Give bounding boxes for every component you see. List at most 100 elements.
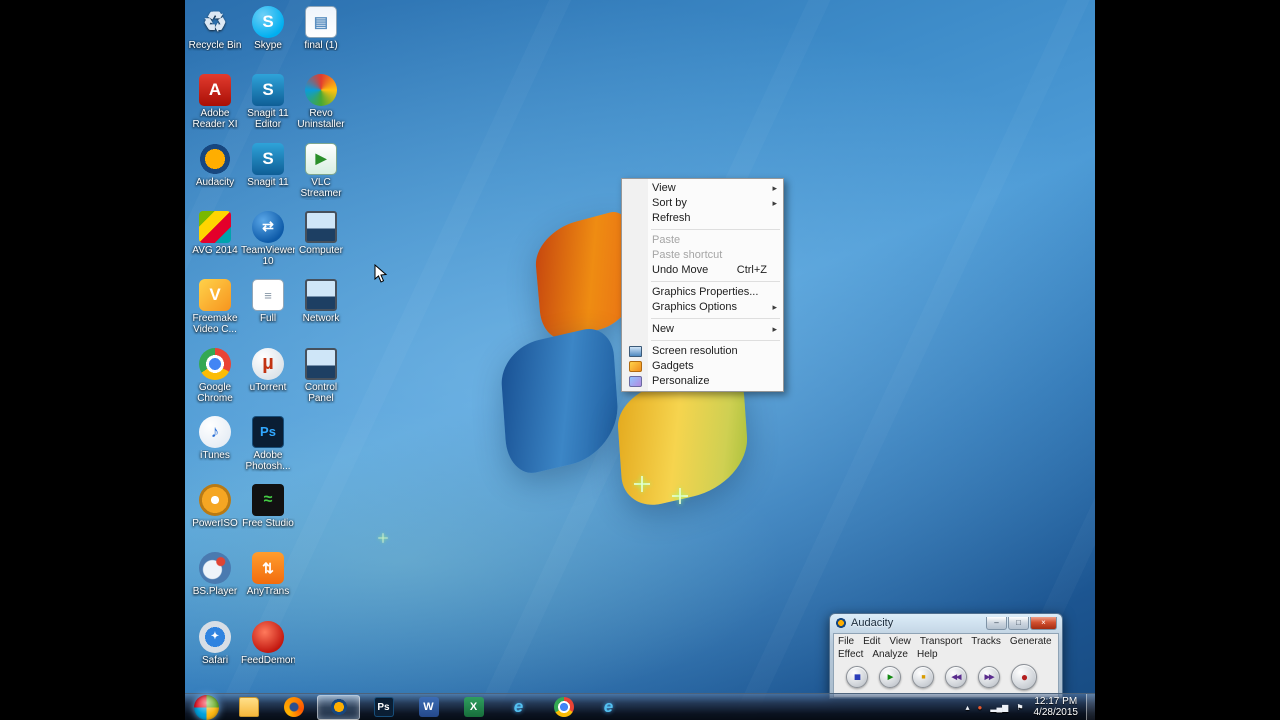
desktop-icon-label: Snagit 11 Editor: [241, 108, 295, 130]
itunes-icon: ♪: [199, 416, 231, 448]
desktop-icon-label: iTunes: [188, 450, 242, 461]
audacity-menu-effect[interactable]: Effect: [838, 648, 863, 661]
desktop-icon-freemake-video-c[interactable]: VFreemake Video C...: [188, 279, 242, 335]
desktop-icon-utorrent[interactable]: µ uTorrent: [241, 348, 295, 393]
audacity-menu-edit[interactable]: Edit: [863, 635, 880, 648]
taskbar-windows-explorer[interactable]: [227, 695, 270, 720]
control-panel-icon: [305, 348, 337, 380]
installer-file-icon: ▤: [305, 6, 337, 38]
tray-hidden-icons-icon[interactable]: ▴: [965, 703, 969, 712]
desktop-icon-computer[interactable]: Computer: [294, 211, 348, 256]
snagit-editor-icon: S: [252, 74, 284, 106]
desktop-icon-itunes[interactable]: ♪ iTunes: [188, 416, 242, 461]
audacity-window[interactable]: Audacity –□× File Edit View Transport Tracks…: [829, 613, 1063, 699]
menu-item-undo-move[interactable]: Undo MoveCtrl+Z: [622, 263, 783, 278]
menu-item-view[interactable]: View▸: [622, 181, 783, 196]
record-button[interactable]: ●: [1011, 664, 1037, 690]
skip-start-button[interactable]: ◀◀: [945, 666, 967, 688]
desktop-icon-label: Snagit 11: [241, 177, 295, 188]
menu-item-new[interactable]: New▸: [622, 322, 783, 337]
audacity-menu-analyze[interactable]: Analyze: [872, 648, 908, 661]
utorrent-icon: µ: [252, 348, 284, 380]
desktop-icon-full[interactable]: ≡Full: [241, 279, 295, 324]
taskbar-excel[interactable]: X: [452, 695, 495, 720]
desktop-icon-final-1[interactable]: ▤ final (1): [294, 6, 348, 51]
maximize-button[interactable]: □: [1008, 617, 1029, 630]
taskbar: PsWXe e ▴ ● ▂▄▆ ⚑ 12:17 PM 4/28/2015: [185, 693, 1095, 720]
desktop-icon-label: AnyTrans: [241, 586, 295, 597]
menu-item-graphics-options[interactable]: Graphics Options▸: [622, 300, 783, 315]
desktop-icon-audacity[interactable]: Audacity: [188, 143, 242, 188]
start-button[interactable]: [194, 695, 219, 720]
desktop-icon-bs-player[interactable]: BS.Player: [188, 552, 242, 597]
audacity-menu-view[interactable]: View: [889, 635, 911, 648]
desktop-icon-avg-2014[interactable]: AVG 2014: [188, 211, 242, 256]
desktop-icon-skype[interactable]: SSkype: [241, 6, 295, 51]
desktop-icon-adobe-photosh[interactable]: PsAdobe Photosh...: [241, 416, 295, 472]
pause-button[interactable]: ▮▮: [846, 666, 868, 688]
desktop-icon-teamviewer-10[interactable]: ⇄TeamViewer 10: [241, 211, 295, 267]
desktop-icon-label: final (1): [294, 40, 348, 51]
free-studio-icon: ≈: [252, 484, 284, 516]
windows-explorer-icon: [239, 697, 259, 717]
menu-item-personalize[interactable]: Personalize: [622, 374, 783, 389]
menu-item-label: New: [652, 322, 783, 337]
taskbar-clock[interactable]: 12:17 PM 4/28/2015: [1034, 696, 1079, 718]
desktop-icon-snagit-11-editor[interactable]: SSnagit 11 Editor: [241, 74, 295, 130]
desktop-icon-label: Free Studio: [241, 518, 295, 529]
menu-item-screen-resolution[interactable]: Screen resolution: [622, 344, 783, 359]
taskbar-internet-explorer[interactable]: e: [497, 695, 540, 720]
skip-end-button[interactable]: ▶▶: [978, 666, 1000, 688]
desktop-icon-anytrans[interactable]: ⇅ AnyTrans: [241, 552, 295, 597]
desktop-icon-poweriso[interactable]: PowerISO: [188, 484, 242, 529]
desktop-icon-safari[interactable]: ✦Safari: [188, 621, 242, 666]
desktop-icon-revo-uninstaller[interactable]: Revo Uninstaller: [294, 74, 348, 130]
system-tray: ▴ ● ▂▄▆ ⚑ 12:17 PM 4/28/2015: [961, 694, 1095, 720]
taskbar-photoshop[interactable]: Ps: [362, 695, 405, 720]
tray-network-icon[interactable]: ▂▄▆: [990, 703, 1008, 712]
menu-item-graphics-properties[interactable]: Graphics Properties...: [622, 285, 783, 300]
desktop-icon-label: AVG 2014: [188, 245, 242, 256]
minimize-button[interactable]: –: [986, 617, 1007, 630]
menu-item-paste-shortcut: Paste shortcut: [622, 248, 783, 263]
audacity-menu-tracks[interactable]: Tracks: [971, 635, 1001, 648]
desktop-icon-google-chrome[interactable]: Google Chrome: [188, 348, 242, 404]
desktop-icon-free-studio[interactable]: ≈ Free Studio: [241, 484, 295, 529]
audacity-menu-help[interactable]: Help: [917, 648, 938, 661]
desktop-icon-vlc-streamer-helper[interactable]: ▶VLC Streamer Helper: [294, 143, 348, 200]
menu-item-sort-by[interactable]: Sort by▸: [622, 196, 783, 211]
taskbar-chrome[interactable]: [542, 695, 585, 720]
audacity-titlebar[interactable]: Audacity –□×: [830, 614, 1062, 632]
taskbar-firefox[interactable]: [272, 695, 315, 720]
audacity-menu-generate[interactable]: Generate: [1010, 635, 1052, 648]
desktop-icon-network[interactable]: Network: [294, 279, 348, 324]
taskbar-internet-explorer-2[interactable]: e: [587, 695, 630, 720]
desktop-icon-control-panel[interactable]: Control Panel: [294, 348, 348, 404]
desktop-icon-label: uTorrent: [241, 382, 295, 393]
desktop-icon-recycle-bin[interactable]: ♻Recycle Bin: [188, 6, 242, 51]
desktop-icon-adobe-reader-xi[interactable]: AAdobe Reader XI: [188, 74, 242, 130]
clock-time: 12:17 PM: [1034, 696, 1079, 707]
close-button[interactable]: ×: [1030, 617, 1057, 630]
menu-item-refresh[interactable]: Refresh: [622, 211, 783, 226]
desktop-icon-snagit-11[interactable]: SSnagit 11: [241, 143, 295, 188]
audacity-transport-toolbar: ▮▮ ▶ ■ ◀◀ ▶▶ ●: [834, 661, 1058, 690]
tray-antivirus-status-icon[interactable]: ●: [978, 703, 983, 712]
audacity-menu-transport[interactable]: Transport: [920, 635, 962, 648]
show-desktop-button[interactable]: [1086, 694, 1095, 720]
menu-separator: [651, 281, 780, 282]
menu-item-paste: Paste: [622, 233, 783, 248]
tray-action-center-icon[interactable]: ⚑: [1016, 703, 1023, 712]
desktop-icon-feeddemon[interactable]: FeedDemon: [241, 621, 295, 666]
stop-button[interactable]: ■: [912, 666, 934, 688]
taskbar-word[interactable]: W: [407, 695, 450, 720]
desktop-icon-label: Computer: [294, 245, 348, 256]
submenu-arrow-icon: ▸: [772, 300, 777, 315]
play-button[interactable]: ▶: [879, 666, 901, 688]
revo-uninstaller-icon: [305, 74, 337, 106]
menu-item-gadgets[interactable]: Gadgets: [622, 359, 783, 374]
desktop-context-menu: View▸Sort by▸Refresh PastePaste shortcutU…: [621, 178, 784, 392]
anytrans-icon: ⇅: [252, 552, 284, 584]
taskbar-audacity[interactable]: [317, 695, 360, 720]
audacity-menu-file[interactable]: File: [838, 635, 854, 648]
